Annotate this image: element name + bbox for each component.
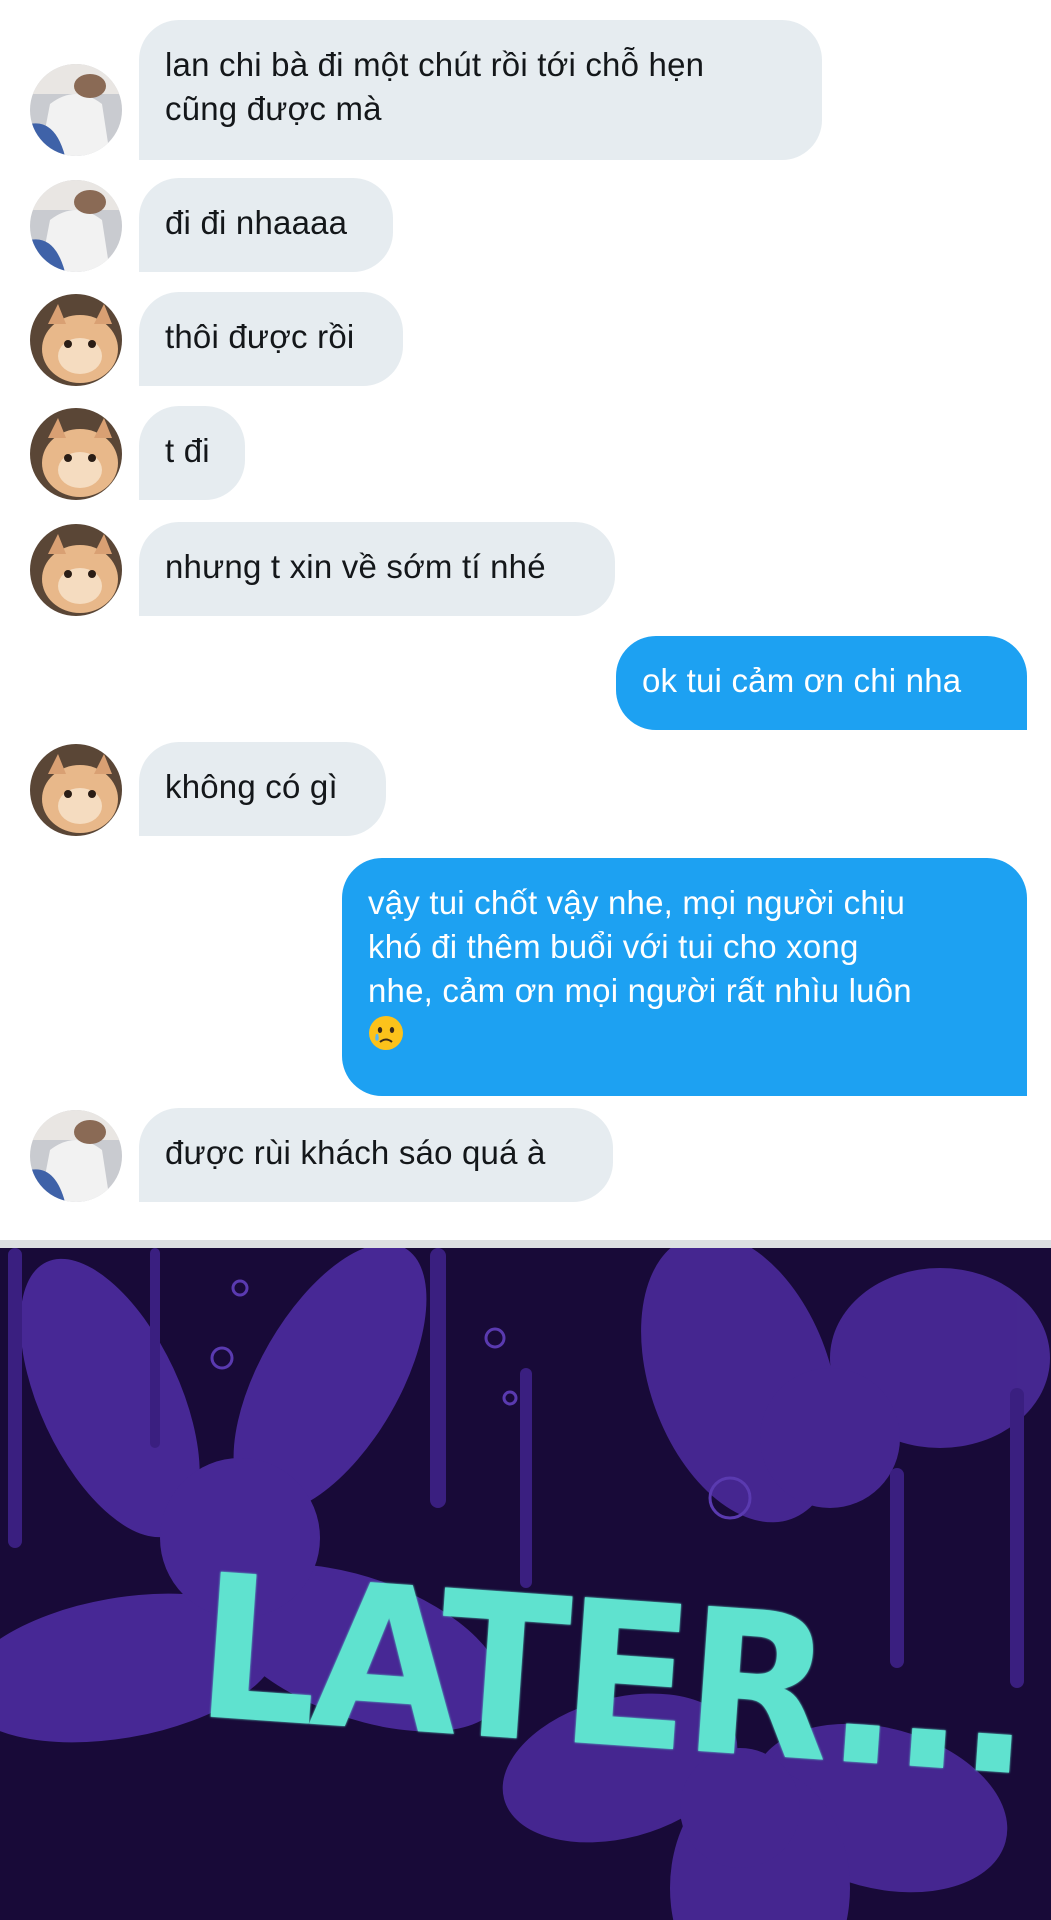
message-row: đi đi nhaaaa (0, 178, 1051, 272)
message-line: không có gì (165, 768, 338, 805)
message-line: thôi được rồi (165, 318, 355, 355)
message-row: được rùi khách sáo quá à (0, 1108, 1051, 1202)
message-row: nhưng t xin về sớm tí nhé (0, 522, 1051, 616)
avatar-cat[interactable] (30, 408, 122, 500)
message-line: t đi (165, 432, 210, 469)
incoming-message-bubble[interactable]: được rùi khách sáo quá à (139, 1108, 613, 1202)
message-line: nhưng t xin về sớm tí nhé (165, 548, 546, 585)
message-row: t đi (0, 406, 1051, 500)
message-row: lan chi bà đi một chút rồi tới chỗ hẹn c… (0, 20, 1051, 160)
message-line: nhe, cảm ơn mọi người rất nhìu luôn (368, 972, 912, 1009)
message-line: lan chi bà đi một chút rồi tới chỗ hẹn (165, 46, 705, 83)
crying-face-emoji-icon (369, 1016, 403, 1050)
incoming-message-bubble[interactable]: lan chi bà đi một chút rồi tới chỗ hẹn c… (139, 20, 822, 160)
message-line: vậy tui chốt vậy nhe, mọi người chịu (368, 884, 906, 921)
avatar-cat[interactable] (30, 524, 122, 616)
message-line: được rùi khách sáo quá à (165, 1134, 546, 1171)
message-line: ok tui cảm ơn chi nha (642, 662, 962, 699)
message-row: vậy tui chốt vậy nhe, mọi người chịu khó… (0, 858, 1051, 1096)
avatar-girl[interactable] (30, 1110, 122, 1202)
message-row: ok tui cảm ơn chi nha (0, 636, 1051, 730)
message-line: cũng được mà (165, 90, 382, 127)
avatar-girl[interactable] (30, 64, 122, 156)
avatar-cat[interactable] (30, 294, 122, 386)
incoming-message-bubble[interactable]: thôi được rồi (139, 292, 403, 386)
message-row: thôi được rồi (0, 292, 1051, 386)
incoming-message-bubble[interactable]: không có gì (139, 742, 386, 836)
outgoing-message-bubble[interactable]: ok tui cảm ơn chi nha (616, 636, 1027, 730)
incoming-message-bubble[interactable]: nhưng t xin về sớm tí nhé (139, 522, 615, 616)
avatar-cat[interactable] (30, 744, 122, 836)
outgoing-message-bubble[interactable]: vậy tui chốt vậy nhe, mọi người chịu khó… (342, 858, 1027, 1096)
section-divider (0, 1240, 1051, 1248)
chat-thread: lan chi bà đi một chút rồi tới chỗ hẹn c… (0, 0, 1051, 1240)
incoming-message-bubble[interactable]: đi đi nhaaaa (139, 178, 393, 272)
message-row: không có gì (0, 742, 1051, 836)
message-line: đi đi nhaaaa (165, 204, 348, 241)
avatar-girl[interactable] (30, 180, 122, 272)
message-line: khó đi thêm buổi với tui cho xong (368, 928, 859, 965)
incoming-message-bubble[interactable]: t đi (139, 406, 245, 500)
later-caption: LATER... (189, 1531, 1036, 1821)
later-banner-image: LATER... (0, 1248, 1051, 1920)
